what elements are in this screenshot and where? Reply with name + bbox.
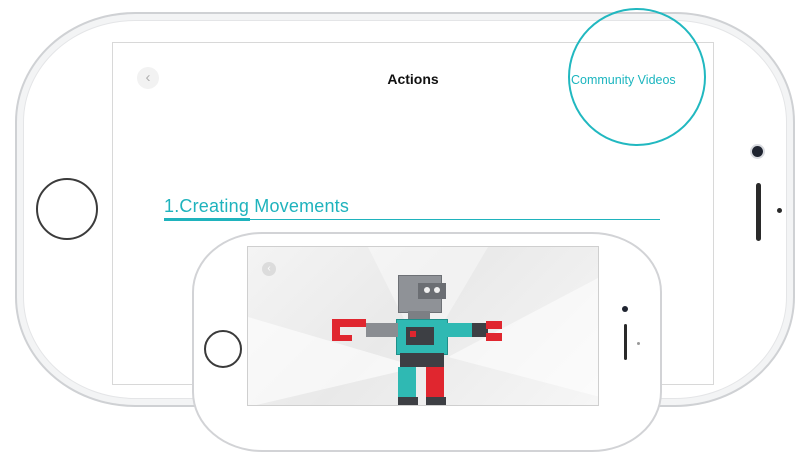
heading-underline-accent <box>164 218 250 221</box>
proximity-sensor <box>777 208 782 213</box>
illustration-screen <box>247 246 599 406</box>
illustration-speaker <box>624 324 627 360</box>
section-heading: 1.Creating Movements <box>164 196 350 216</box>
illustration-sensor <box>637 342 640 345</box>
illustration-camera-icon <box>622 306 628 312</box>
illustration-back-icon: ‹ <box>262 262 276 276</box>
home-button[interactable] <box>36 178 98 240</box>
speaker-grille <box>756 183 761 241</box>
illustration-home-button <box>204 330 242 368</box>
front-camera-icon <box>752 146 763 157</box>
highlight-circle <box>568 8 706 146</box>
